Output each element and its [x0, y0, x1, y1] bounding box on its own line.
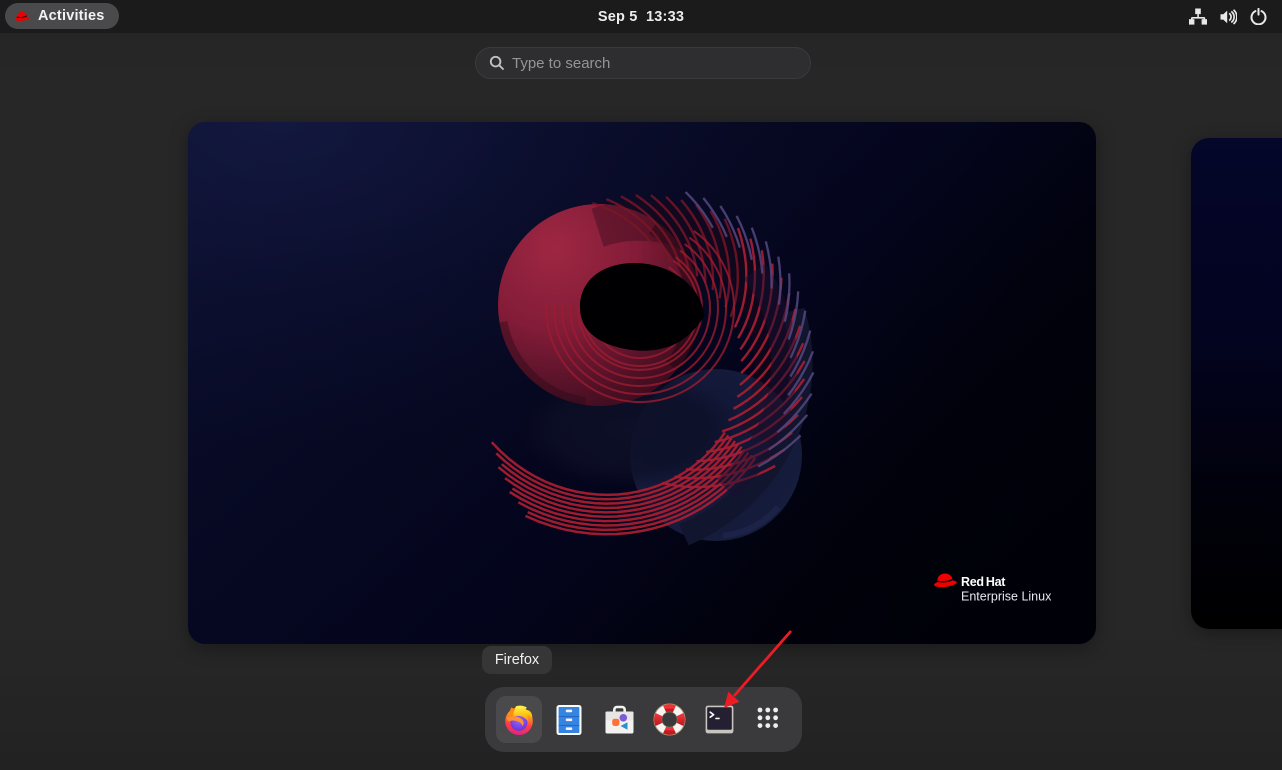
svg-text:Red Hat: Red Hat	[961, 575, 1006, 589]
svg-text:Enterprise Linux: Enterprise Linux	[961, 590, 1052, 604]
